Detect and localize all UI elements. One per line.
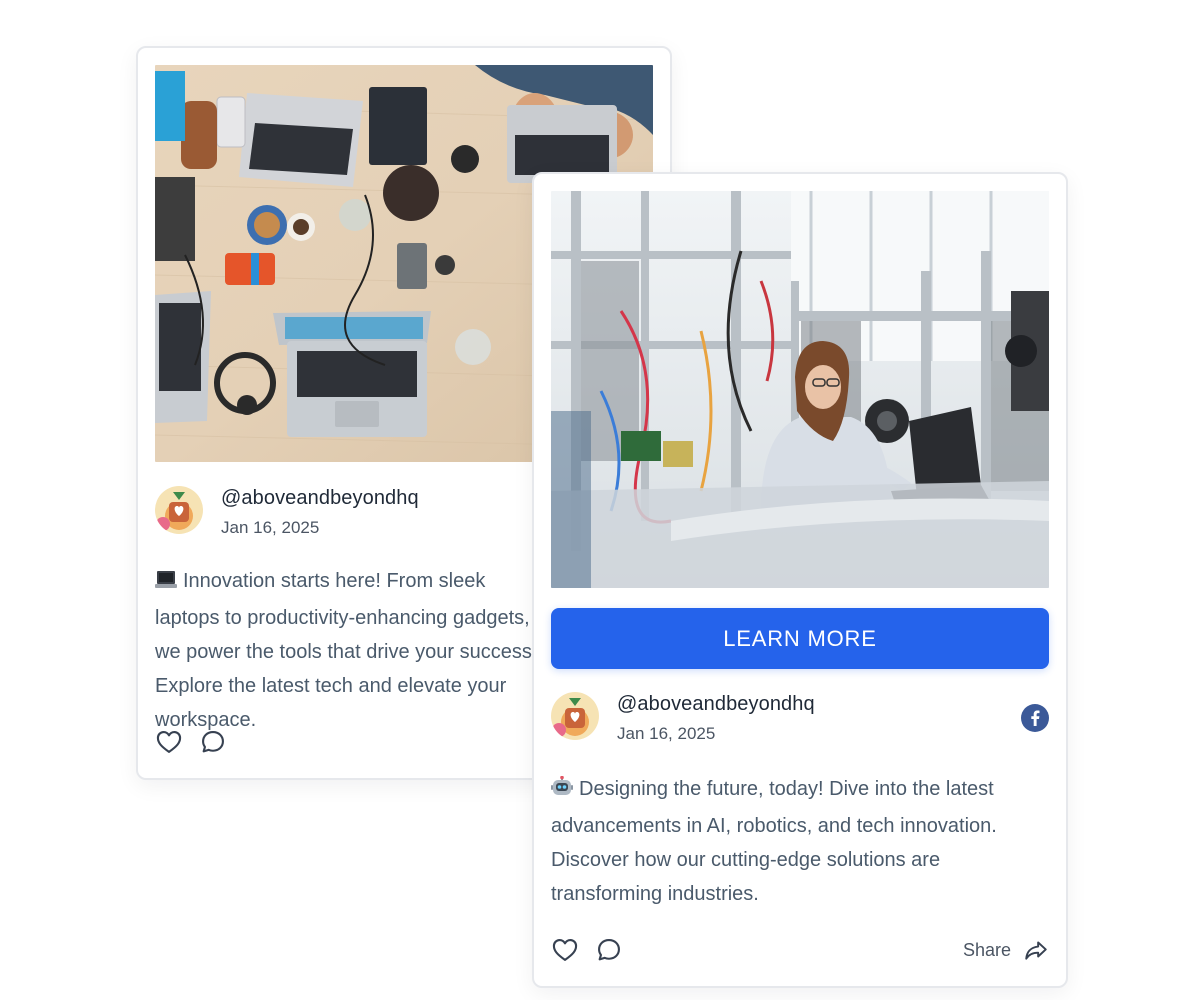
- laptop-icon: [155, 567, 177, 601]
- post-caption: Designing the future, today! Dive into t…: [551, 772, 1049, 911]
- comment-icon: [598, 939, 620, 961]
- post-card-robotics: LEARN MORE @aboveandbeyondhq Jan 16, 202…: [532, 172, 1068, 988]
- share-button[interactable]: Share: [963, 936, 1049, 964]
- heart-icon: [552, 939, 578, 961]
- comment-icon: [202, 731, 224, 753]
- author-handle[interactable]: @aboveandbeyondhq: [617, 693, 815, 716]
- avatar[interactable]: [155, 486, 203, 534]
- share-label: Share: [962, 939, 1011, 960]
- robot-icon: [551, 775, 573, 809]
- like-button[interactable]: [155, 728, 183, 756]
- post-actions: Share: [551, 936, 1049, 966]
- post-caption-text: Innovation starts here! From sleek lapto…: [155, 570, 538, 731]
- like-button[interactable]: [551, 936, 579, 964]
- post-date: Jan 16, 2025: [221, 518, 320, 537]
- comment-button[interactable]: [199, 728, 227, 756]
- heart-icon: [156, 731, 182, 753]
- post-image-robotics-lab[interactable]: [551, 191, 1049, 588]
- post-caption-text: Designing the future, today! Dive into t…: [551, 778, 997, 905]
- comment-button[interactable]: [595, 936, 623, 964]
- post-date: Jan 16, 2025: [617, 724, 716, 743]
- facebook-icon[interactable]: [1021, 704, 1049, 732]
- avatar[interactable]: [551, 692, 599, 740]
- author-handle[interactable]: @aboveandbeyondhq: [221, 487, 419, 510]
- post-caption: Innovation starts here! From sleek lapto…: [155, 564, 545, 737]
- learn-more-button[interactable]: LEARN MORE: [551, 608, 1049, 669]
- post-author: @aboveandbeyondhq Jan 16, 2025: [551, 692, 1049, 744]
- share-arrow-icon: [1025, 941, 1047, 960]
